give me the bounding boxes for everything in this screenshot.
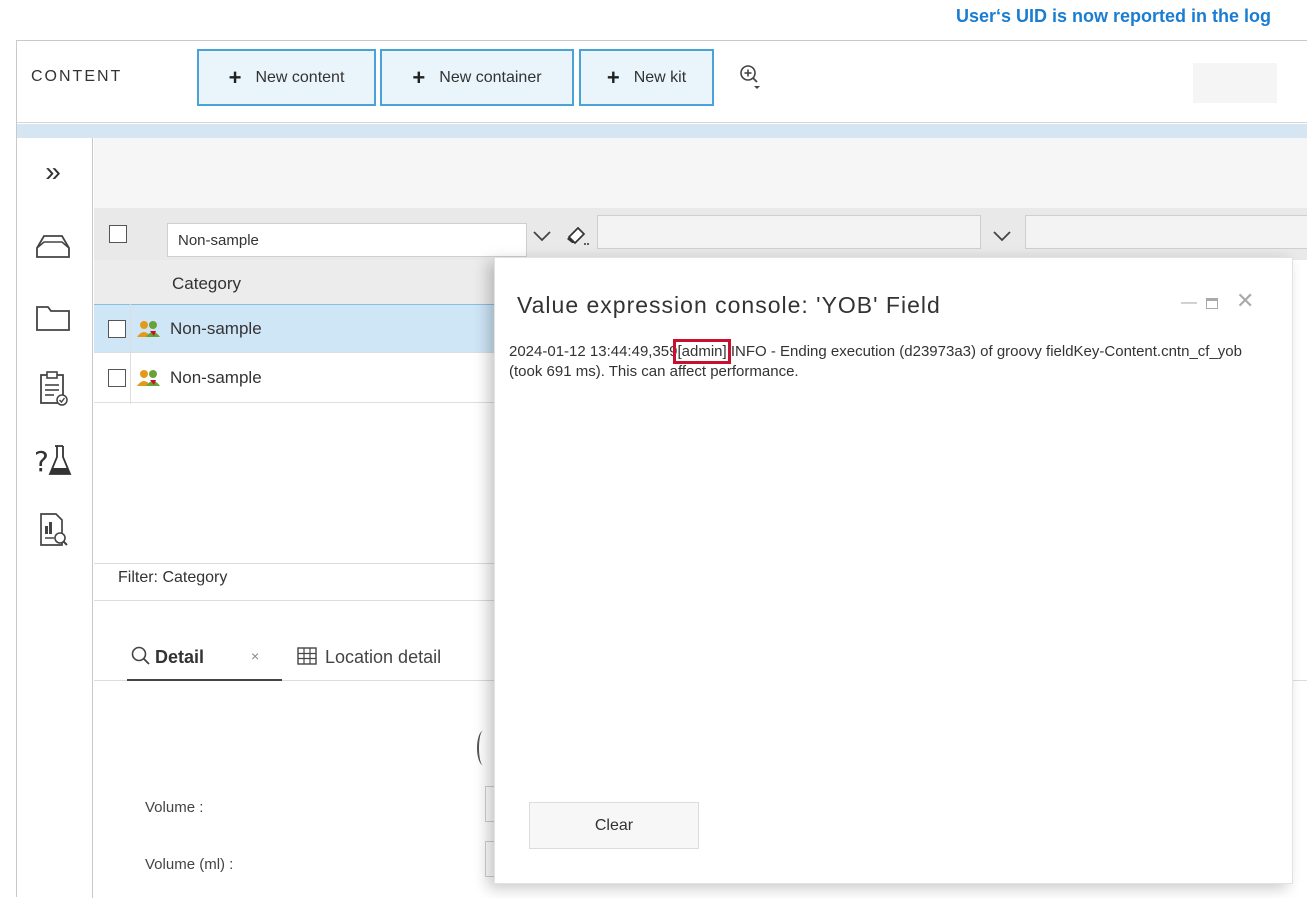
eraser-icon[interactable] bbox=[565, 223, 591, 252]
content-header: CONTENT + New content + New container + … bbox=[17, 41, 1307, 123]
grid-icon bbox=[297, 647, 317, 670]
select-all-checkbox[interactable] bbox=[109, 225, 127, 243]
table-row[interactable]: Non-sample bbox=[94, 304, 514, 353]
table-row[interactable]: Non-sample bbox=[94, 354, 514, 403]
new-kit-label: New kit bbox=[633, 68, 687, 86]
header-search-area[interactable] bbox=[1193, 63, 1277, 103]
log-user-uid: [admin] bbox=[673, 339, 731, 364]
sidebar: » ? bbox=[17, 138, 93, 898]
third-filter-select[interactable] bbox=[1025, 215, 1307, 249]
report-search-icon[interactable] bbox=[31, 510, 75, 550]
new-content-label: New content bbox=[255, 68, 345, 86]
row-divider bbox=[130, 304, 131, 404]
container-icon[interactable] bbox=[31, 226, 75, 266]
log-timestamp: 2024-01-12 13:44:49,359 bbox=[509, 343, 678, 360]
zoom-in-dropdown-icon[interactable] bbox=[738, 63, 762, 93]
row-label: Non-sample bbox=[170, 319, 262, 338]
header-divider-strip bbox=[17, 124, 1307, 138]
clipboard-check-icon[interactable] bbox=[31, 368, 75, 408]
new-content-button[interactable]: + New content bbox=[197, 49, 376, 106]
tab-location-detail-label: Location detail bbox=[325, 647, 442, 667]
partial-glyph bbox=[477, 731, 489, 765]
value-expression-console-dialog: Value expression console: 'YOB' Field — … bbox=[494, 257, 1293, 884]
row-label: Non-sample bbox=[170, 368, 262, 387]
page-title: CONTENT bbox=[31, 68, 123, 85]
second-filter-select[interactable] bbox=[597, 215, 981, 249]
plus-icon: + bbox=[412, 64, 426, 90]
column-header-category[interactable]: Category bbox=[94, 260, 514, 304]
close-icon[interactable]: × bbox=[251, 648, 259, 664]
row-checkbox[interactable] bbox=[108, 320, 126, 338]
clear-button[interactable]: Clear bbox=[529, 802, 699, 849]
chevron-down-icon[interactable] bbox=[993, 229, 1011, 247]
tab-location-detail[interactable]: Location detail bbox=[297, 635, 497, 681]
new-kit-button[interactable]: + New kit bbox=[579, 49, 714, 106]
volume-ml-label: Volume (ml) : bbox=[145, 856, 234, 873]
close-icon[interactable]: ✕ bbox=[1236, 288, 1258, 313]
tab-detail[interactable]: Detail × bbox=[127, 635, 282, 681]
people-icon bbox=[136, 319, 162, 344]
folder-icon[interactable] bbox=[31, 298, 75, 338]
row-checkbox[interactable] bbox=[108, 369, 126, 387]
maximize-icon[interactable] bbox=[1206, 298, 1218, 309]
question-flask-icon[interactable]: ? bbox=[31, 440, 75, 480]
plus-icon: + bbox=[228, 64, 242, 90]
plus-icon: + bbox=[606, 64, 620, 90]
main-toolbar-area bbox=[94, 138, 1307, 208]
category-filter-select[interactable]: Non-sample bbox=[167, 223, 527, 257]
tab-detail-label: Detail bbox=[155, 647, 205, 667]
filter-label: Filter: Category bbox=[94, 563, 514, 601]
search-icon bbox=[131, 646, 151, 671]
volume-label: Volume : bbox=[145, 799, 204, 816]
annotation-caption: User‘s UID is now reported in the log bbox=[955, 6, 1271, 26]
people-icon bbox=[136, 368, 162, 393]
new-container-label: New container bbox=[439, 68, 542, 86]
svg-text:?: ? bbox=[34, 445, 49, 478]
new-container-button[interactable]: + New container bbox=[380, 49, 574, 106]
expand-icon[interactable]: » bbox=[31, 152, 75, 192]
dialog-title: Value expression console: 'YOB' Field bbox=[517, 292, 941, 318]
console-log-output: 2024-01-12 13:44:49,359[admin] INFO - En… bbox=[509, 339, 1279, 382]
minimize-icon[interactable]: — bbox=[1181, 294, 1197, 314]
chevron-down-icon[interactable] bbox=[533, 229, 551, 247]
